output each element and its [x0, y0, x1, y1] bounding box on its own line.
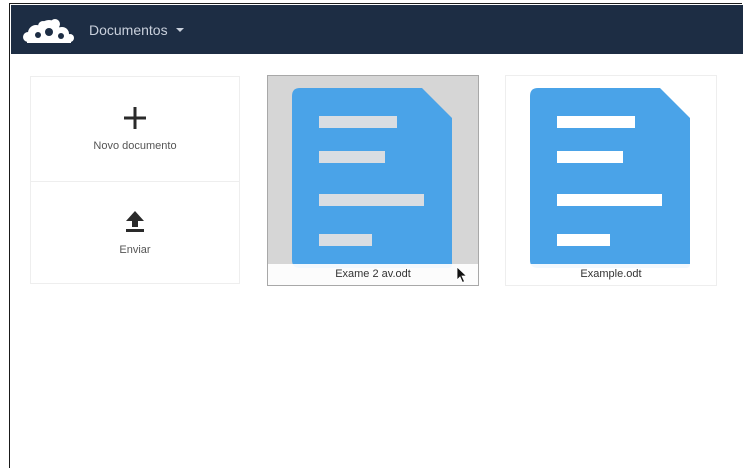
- app-menu-label: Documentos: [89, 21, 168, 38]
- caret-down-icon: [175, 27, 184, 32]
- new-document-button[interactable]: Novo documento: [31, 77, 239, 182]
- plus-icon: [124, 107, 146, 129]
- document-tile[interactable]: Exame 2 av.odt: [267, 75, 479, 286]
- header-bar: Documentos: [11, 5, 743, 54]
- owncloud-logo-icon[interactable]: [19, 15, 79, 47]
- app-window: Documentos Novo documento Enviar Exame 2…: [9, 3, 743, 468]
- document-thumbnail-icon: [292, 88, 452, 268]
- app-menu-button[interactable]: Documentos: [89, 5, 184, 54]
- document-tile[interactable]: Example.odt: [505, 75, 717, 286]
- upload-label: Enviar: [119, 244, 151, 256]
- new-actions-panel: Novo documento Enviar: [30, 76, 240, 284]
- document-name: Example.odt: [506, 264, 716, 285]
- document-name: Exame 2 av.odt: [268, 264, 478, 285]
- document-thumbnail-icon: [530, 88, 690, 268]
- upload-icon: [126, 211, 144, 232]
- new-document-label: Novo documento: [93, 140, 177, 152]
- upload-button[interactable]: Enviar: [31, 181, 239, 285]
- mouse-cursor-icon: [456, 266, 468, 284]
